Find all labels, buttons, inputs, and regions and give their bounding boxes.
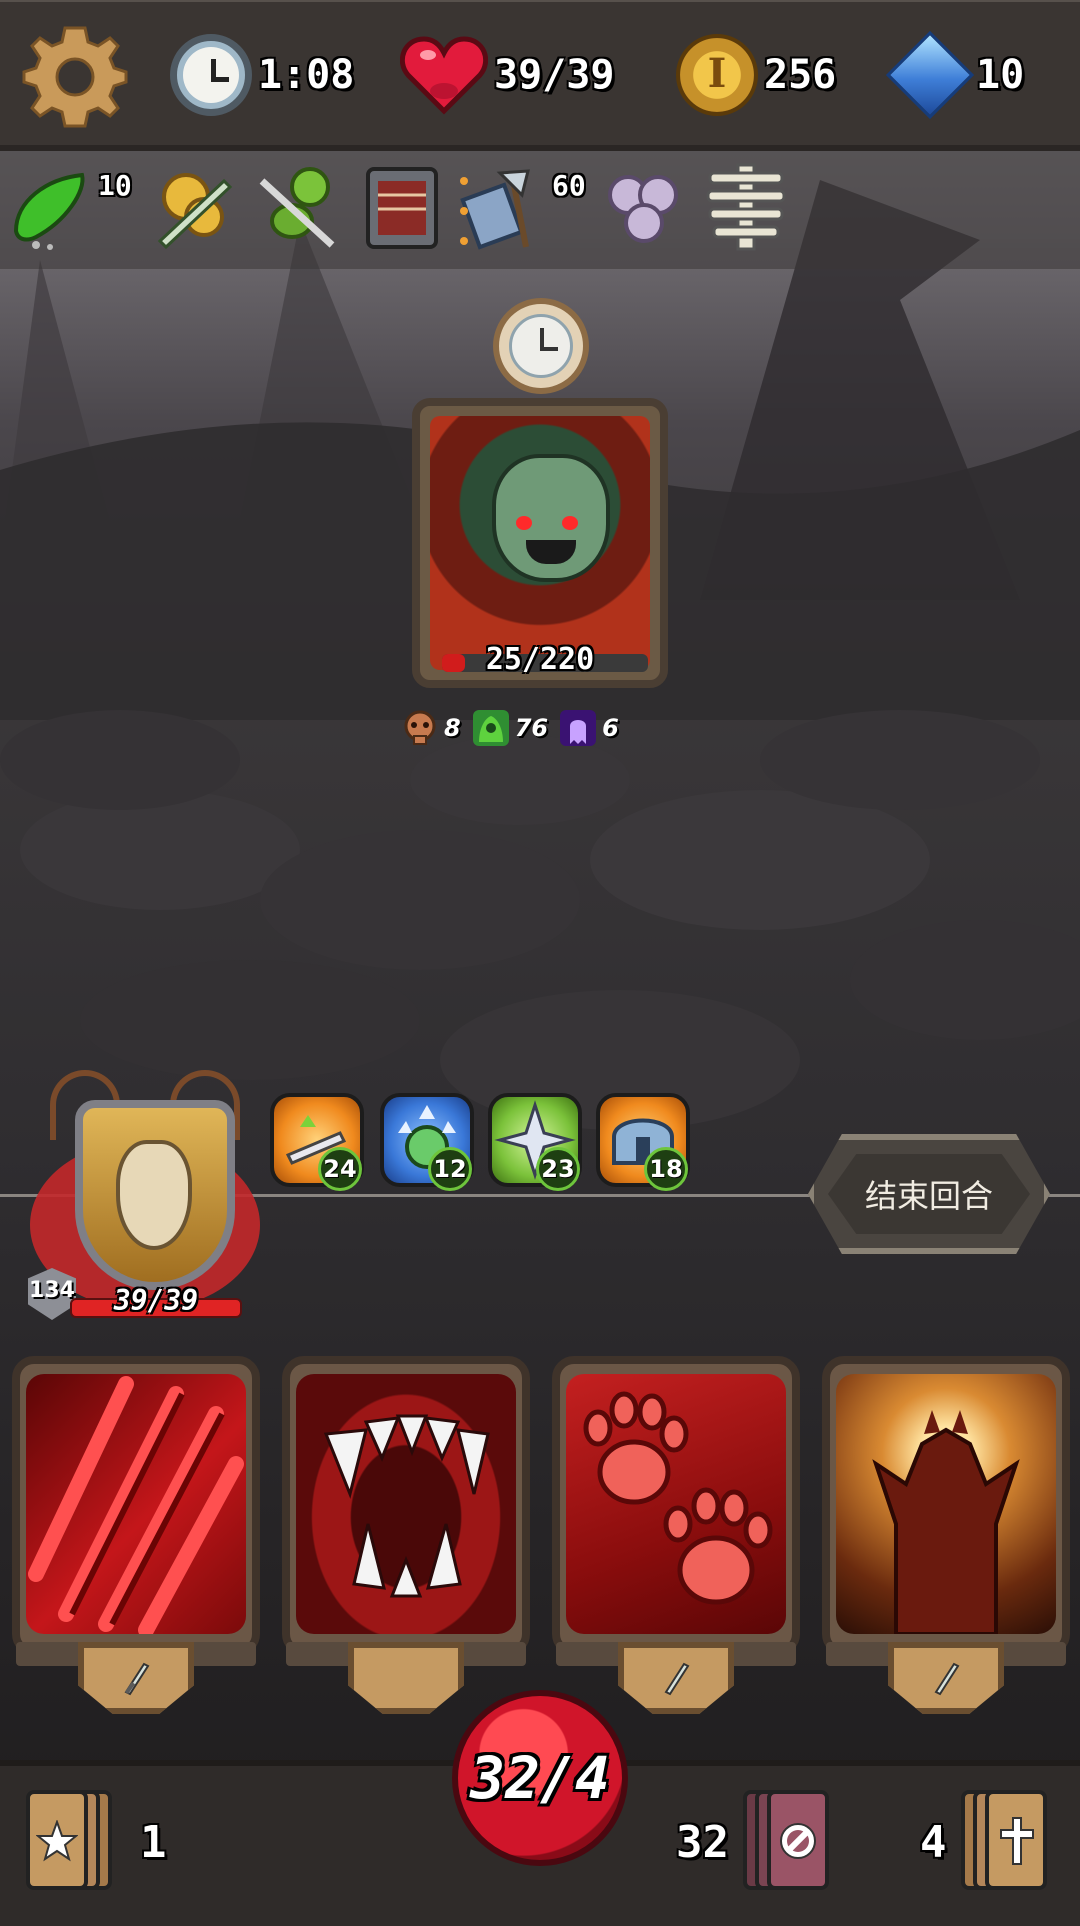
card-type-tab xyxy=(348,1642,464,1714)
intent-poison[interactable]: 76 xyxy=(471,708,548,748)
gold-value: 256 xyxy=(764,52,837,98)
buff-clock-up[interactable]: 12 xyxy=(380,1093,474,1191)
energy-orb: 32/4 xyxy=(452,1690,628,1866)
spine-bone-icon[interactable] xyxy=(700,161,792,253)
sword-icon xyxy=(124,1662,150,1696)
buff-shuriken[interactable]: 23 xyxy=(488,1093,582,1191)
cross-deck-icon xyxy=(960,1790,1061,1894)
end-turn-label: 结束回合 xyxy=(864,1177,993,1215)
swirl-shells-icon[interactable] xyxy=(598,161,690,253)
hand-card-paw-prints[interactable] xyxy=(552,1356,800,1716)
intent-ghost[interactable]: 6 xyxy=(558,708,619,748)
enemy-card[interactable]: 25/220 xyxy=(412,398,668,688)
discard-pile[interactable]: 32 xyxy=(676,1790,843,1894)
intent-skull[interactable]: 8 xyxy=(400,708,461,748)
sword-icon xyxy=(664,1662,690,1696)
gem-stat: 10 xyxy=(885,30,1025,120)
deer-skull-icon xyxy=(116,1140,192,1250)
sword-icon xyxy=(934,1662,960,1696)
player-hp-text: 39/39 xyxy=(113,1284,199,1317)
star-deck-icon xyxy=(26,1790,126,1894)
hp-value: 39/39 xyxy=(494,52,615,98)
claw-slash-icon xyxy=(26,1374,246,1634)
buff-count: 12 xyxy=(428,1147,472,1191)
buff-count: 18 xyxy=(644,1147,688,1191)
relic-count: 60 xyxy=(552,169,586,202)
paw-prints-icon xyxy=(566,1374,786,1634)
draw-pile-count: 1 xyxy=(140,1816,167,1868)
gold-sword-relic-icon[interactable] xyxy=(146,161,238,253)
gear-icon[interactable] xyxy=(22,24,128,130)
enemy-hp-text: 25/220 xyxy=(485,642,595,677)
timer-value: 1:08 xyxy=(258,52,355,98)
ghost-intent-icon xyxy=(560,710,597,746)
draw-pile[interactable]: 1 xyxy=(26,1790,167,1894)
discard-deck-icon xyxy=(742,1790,843,1894)
discard-pile-count: 32 xyxy=(676,1816,729,1868)
energy-value: 32/4 xyxy=(470,1744,610,1812)
poison-intent-icon xyxy=(472,710,509,746)
axe-book-icon[interactable] xyxy=(456,161,548,253)
exhaust-pile-count: 4 xyxy=(920,1816,947,1868)
enemy-intents: 8 76 6 xyxy=(400,706,619,750)
hand-card-claw-slash[interactable] xyxy=(12,1356,260,1716)
coin-icon xyxy=(676,34,758,116)
gem-value: 10 xyxy=(976,52,1025,98)
gem-icon xyxy=(885,30,975,120)
ledger-book-icon[interactable] xyxy=(356,161,448,253)
hand-card-fangs-bite[interactable] xyxy=(282,1356,690,1716)
intent-value: 8 xyxy=(444,714,461,742)
green-idol-knife-icon[interactable] xyxy=(252,161,344,253)
block-value: 134 xyxy=(29,1278,75,1303)
top-hud: 1:08 39/39 256 10 xyxy=(0,0,1080,151)
buff-count: 24 xyxy=(318,1147,362,1191)
zombie-skull-icon xyxy=(492,454,610,582)
skull-intent-icon xyxy=(404,710,436,745)
buff-sword-up[interactable]: 24 xyxy=(270,1093,364,1191)
end-turn-button[interactable]: 结束回合 xyxy=(808,1134,1050,1254)
intent-value: 6 xyxy=(602,714,619,742)
enemy-portrait xyxy=(430,416,650,670)
timer-stat: 1:08 xyxy=(170,30,354,120)
buff-helmet[interactable]: 18 xyxy=(596,1093,690,1191)
exhaust-pile[interactable]: 4 xyxy=(920,1790,1061,1894)
fangs-bite-icon xyxy=(296,1374,516,1634)
hp-stat: 39/39 xyxy=(400,30,614,120)
buff-count: 23 xyxy=(536,1147,580,1191)
hand-card-demon-rise[interactable] xyxy=(822,1356,1070,1716)
clock-icon xyxy=(170,34,252,116)
enemy-clock-icon xyxy=(493,298,589,394)
green-pepper-icon[interactable] xyxy=(6,161,98,253)
demon-rise-icon xyxy=(836,1374,1056,1634)
gold-stat: 256 xyxy=(676,30,836,120)
relic-count: 10 xyxy=(98,169,132,202)
heart-icon xyxy=(400,36,488,115)
intent-value: 76 xyxy=(514,714,549,742)
relic-bar: 10 60 xyxy=(0,151,1080,269)
